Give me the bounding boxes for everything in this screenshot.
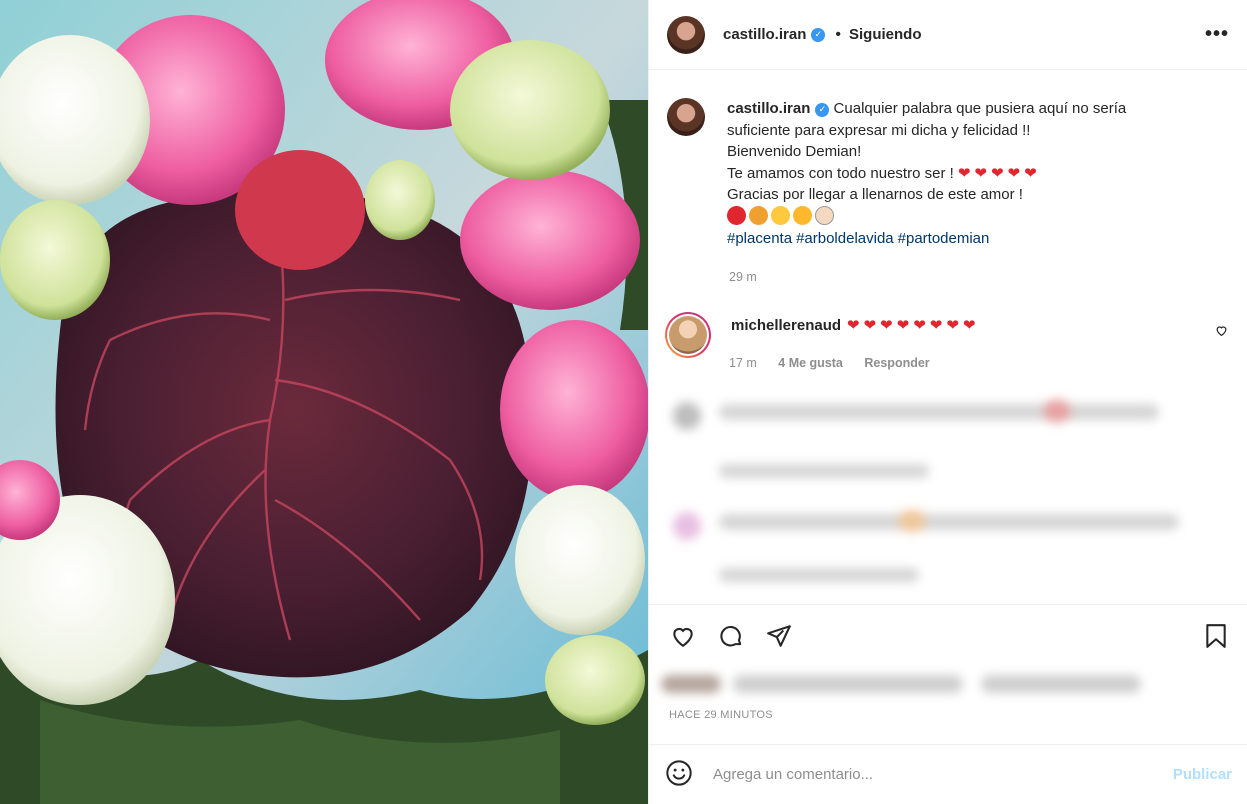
- post-photo[interactable]: [0, 0, 648, 804]
- post-actions: [649, 604, 1247, 668]
- author-username[interactable]: castillo.iran: [723, 26, 806, 43]
- publish-button[interactable]: Publicar: [1173, 766, 1232, 783]
- comment-icon[interactable]: [717, 623, 745, 652]
- comment-hearts: ❤❤❤❤❤❤❤❤: [847, 317, 980, 334]
- caption-emoji-row: [727, 205, 837, 226]
- post-side-panel: castillo.iran ✓ • Siguiendo ••• castillo…: [648, 0, 1247, 804]
- comment-input[interactable]: Agrega un comentario...: [713, 766, 1173, 783]
- hashtag-link[interactable]: #placenta: [727, 230, 792, 247]
- commenter-username[interactable]: michellerenaud: [731, 317, 841, 334]
- share-icon[interactable]: [765, 623, 793, 652]
- add-comment-bar: Agrega un comentario... Publicar: [649, 744, 1247, 804]
- blurred-likes: [661, 672, 1141, 696]
- placenta-photo-illustration: [0, 0, 648, 804]
- post-header: castillo.iran ✓ • Siguiendo •••: [649, 0, 1247, 70]
- caption-line-3: Bienvenido Demian!: [727, 143, 862, 160]
- emoji-icon[interactable]: [665, 759, 693, 790]
- baby-emoji-icon: [815, 205, 834, 225]
- caption-line-2: suficiente para expresar mi dicha y feli…: [727, 121, 1031, 139]
- caption-hashtags: #placenta #arboldelavida #partodemian: [727, 230, 993, 247]
- caption-line-5: Gracias por llegar a llenarnos de este a…: [727, 186, 1023, 203]
- caption-line-1: Cualquier palabra que pusiera aquí no se…: [833, 100, 1127, 117]
- bookmark-icon[interactable]: [1203, 623, 1229, 652]
- commenter-avatar[interactable]: [665, 312, 711, 358]
- follow-status-button[interactable]: Siguiendo: [849, 26, 922, 43]
- caption-line-4: Te amamos con todo nuestro ser !: [727, 164, 954, 182]
- comment-likes-count[interactable]: 4 Me gusta: [778, 356, 843, 370]
- smiling-hearts-emoji-icon: [771, 205, 790, 225]
- caption-text: castillo.iran ✓ Cualquier palabra que pus…: [727, 98, 1126, 250]
- verified-icon: ✓: [811, 27, 826, 42]
- heart-emoji-icon: [727, 205, 746, 225]
- gift-emoji-icon: [749, 205, 768, 225]
- hashtag-link[interactable]: #partodemian: [898, 230, 990, 247]
- star-eyes-emoji-icon: [793, 205, 812, 225]
- author-avatar[interactable]: [667, 15, 705, 54]
- comment-time[interactable]: 17 m: [729, 356, 757, 370]
- caption-timestamp[interactable]: 29 m: [729, 270, 757, 284]
- caption-hearts: ❤❤❤❤❤: [957, 164, 1041, 182]
- comment-reply-button[interactable]: Responder: [864, 356, 929, 370]
- separator-dot: •: [835, 25, 841, 43]
- post-caption: castillo.iran ✓ Cualquier palabra que pus…: [667, 98, 1227, 250]
- post-age[interactable]: HACE 29 MINUTOS: [669, 709, 773, 721]
- blurred-comments: [659, 392, 1247, 590]
- hashtag-link[interactable]: #arboldelavida: [796, 230, 894, 247]
- more-options-icon[interactable]: •••: [1205, 23, 1229, 46]
- comment-meta: 17 m 4 Me gusta Responder: [729, 356, 930, 370]
- heart-icon[interactable]: [669, 623, 697, 652]
- caption-author-avatar[interactable]: [667, 98, 705, 136]
- post-view: castillo.iran ✓ • Siguiendo ••• castillo…: [0, 0, 1247, 804]
- comment-item: michellerenaud ❤❤❤❤❤❤❤❤: [665, 312, 1235, 358]
- verified-icon: ✓: [815, 102, 830, 117]
- comment-body: michellerenaud ❤❤❤❤❤❤❤❤: [731, 316, 980, 358]
- caption-username[interactable]: castillo.iran: [727, 100, 810, 117]
- comment-like-heart-icon[interactable]: [1215, 324, 1228, 340]
